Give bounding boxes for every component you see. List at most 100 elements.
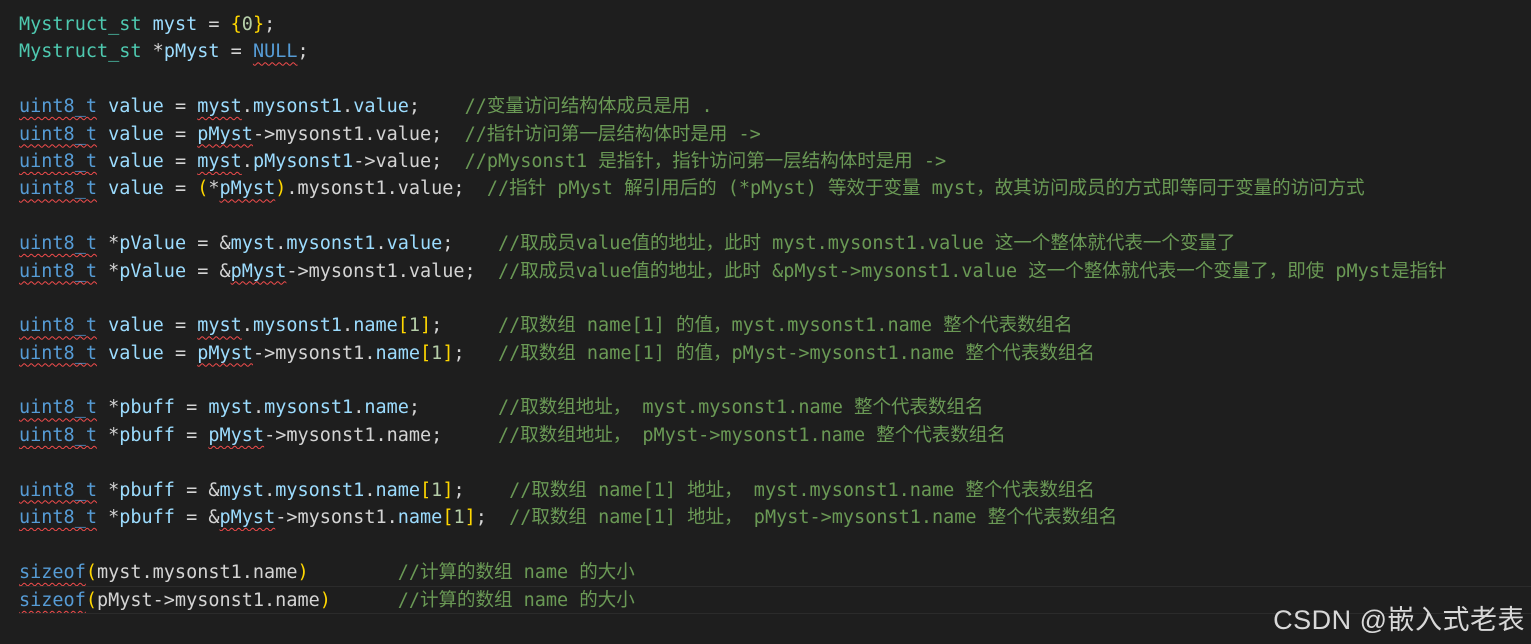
code-token: * [96, 233, 120, 255]
code-token: 1 [453, 507, 465, 529]
code-token: //取成员value值的地址，此时 &pMyst->mysonst1.value… [497, 260, 1447, 282]
code-line[interactable]: uint8_t value = myst.mysonst1.name[1]; /… [19, 312, 1531, 339]
code-token: uint8_t [19, 150, 97, 172]
code-token: * [96, 507, 120, 529]
code-token: ; [453, 342, 499, 364]
code-token: * [141, 41, 164, 63]
code-token: mysonst1 [264, 397, 354, 419]
code-token: ) [319, 590, 331, 612]
code-lines: Mystruct_st myst = {0}; Mystruct_st *pMys… [19, 11, 1531, 614]
code-token: name [375, 479, 421, 501]
code-line[interactable]: uint8_t value = myst.pMysonst1->value; /… [19, 148, 1531, 175]
code-token: mysonst1 [275, 479, 365, 501]
code-token: ->mysonst1. [252, 342, 376, 364]
code-token: uint8_t [19, 479, 97, 501]
code-token: //取数组 name[1] 的值，myst.mysonst1.name 整个代表… [498, 315, 1073, 337]
code-token: . [342, 315, 354, 337]
code-token: ( [85, 561, 97, 583]
code-token: value [108, 178, 164, 200]
code-token: //计算的数组 name 的大小 [397, 561, 635, 583]
code-token: . [264, 479, 276, 501]
code-token: = & [174, 507, 220, 529]
code-token: = & [186, 233, 231, 255]
code-token: = [163, 123, 198, 145]
code-token: myst [197, 315, 242, 337]
code-token: value [108, 96, 164, 118]
code-token: pMyst [197, 342, 253, 364]
code-line[interactable]: uint8_t *pbuff = myst.mysonst1.name; //取… [19, 394, 1531, 421]
code-token: ] [442, 342, 454, 364]
code-token: //取数组地址， myst.mysonst1.name 整个代表数组名 [498, 397, 984, 419]
blank-line[interactable] [19, 449, 1531, 476]
code-token: pValue [119, 260, 187, 282]
code-token: myst [197, 150, 242, 172]
code-line[interactable]: uint8_t value = (*pMyst).mysonst1.value;… [19, 175, 1531, 202]
blank-line[interactable] [19, 203, 1531, 230]
code-token: [ [420, 479, 432, 501]
blank-line[interactable] [19, 285, 1531, 312]
code-token: //取数组 name[1] 地址， pMyst->mysonst1.name 整… [509, 507, 1118, 529]
code-token: 1 [431, 479, 443, 501]
code-token: . [252, 397, 265, 419]
code-line[interactable]: Mystruct_st *pMyst = NULL; [19, 38, 1531, 65]
code-token: = [197, 14, 231, 35]
code-line[interactable]: sizeof(myst.mysonst1.name) //计算的数组 name … [19, 559, 1531, 586]
code-token: Mystruct_st [19, 14, 142, 35]
code-token: = [163, 315, 198, 337]
code-token: . [275, 233, 287, 255]
code-token: pbuff [119, 507, 175, 529]
code-line[interactable]: uint8_t *pValue = &pMyst->mysonst1.value… [19, 258, 1531, 285]
code-line[interactable]: Mystruct_st myst = {0}; [19, 11, 1531, 38]
code-token: sizeof [19, 590, 86, 612]
code-token: pMyst [230, 260, 287, 282]
code-line[interactable]: uint8_t value = pMyst->mysonst1.name[1];… [19, 340, 1531, 367]
code-line[interactable]: uint8_t value = pMyst->mysonst1.value; /… [19, 121, 1531, 148]
code-token: pbuff [119, 424, 175, 446]
blank-line[interactable] [19, 367, 1531, 394]
code-token: mysonst1 [286, 233, 376, 255]
code-token: uint8_t [19, 507, 97, 529]
code-token: 1 [408, 315, 421, 337]
blank-line[interactable] [19, 66, 1531, 93]
code-token: ) [275, 178, 287, 200]
code-token: //指针访问第一层结构体时是用 -> [464, 123, 761, 145]
code-token: ; [431, 315, 498, 337]
code-token: uint8_t [19, 96, 97, 118]
code-token: mysonst1 [252, 96, 343, 118]
code-token: pbuff [119, 397, 175, 419]
code-token: { [230, 14, 242, 35]
code-token: = [174, 424, 209, 446]
code-token: name [397, 507, 443, 529]
code-token: = [174, 397, 209, 419]
code-line[interactable]: uint8_t *pbuff = pMyst->mysonst1.name; /… [19, 422, 1531, 449]
code-editor[interactable]: Mystruct_st myst = {0}; Mystruct_st *pMys… [0, 0, 1531, 644]
code-token: ->mysonst1. [275, 507, 398, 529]
code-token: name [353, 315, 398, 337]
code-token: //变量访问结构体成员是用 . [464, 96, 713, 118]
code-token: uint8_t [19, 260, 97, 282]
code-token: pMyst [163, 41, 220, 63]
code-line[interactable]: uint8_t *pbuff = &myst.mysonst1.name[1];… [19, 477, 1531, 504]
code-token: pMyst [219, 507, 276, 529]
code-token: ; [442, 233, 498, 255]
code-token: } [252, 14, 265, 35]
code-line[interactable]: uint8_t value = myst.mysonst1.value; //变… [19, 93, 1531, 120]
code-token: = [163, 178, 198, 200]
code-token: * [96, 397, 120, 419]
csdn-watermark: CSDN @嵌入式老表 [1273, 604, 1525, 635]
code-line[interactable]: uint8_t *pValue = &myst.mysonst1.value; … [19, 230, 1531, 257]
code-token: uint8_t [19, 424, 97, 446]
code-line[interactable]: uint8_t *pbuff = &pMyst->mysonst1.name[1… [19, 504, 1531, 531]
code-token: . [375, 233, 387, 255]
code-token: NULL [252, 41, 298, 63]
code-token: value [108, 342, 164, 364]
blank-line[interactable] [19, 531, 1531, 558]
code-token: * [96, 424, 120, 446]
code-token: ) [297, 561, 309, 583]
code-token: myst.mysonst1.name [96, 561, 298, 583]
code-token: ( [197, 178, 209, 200]
code-token: ; [453, 479, 510, 501]
